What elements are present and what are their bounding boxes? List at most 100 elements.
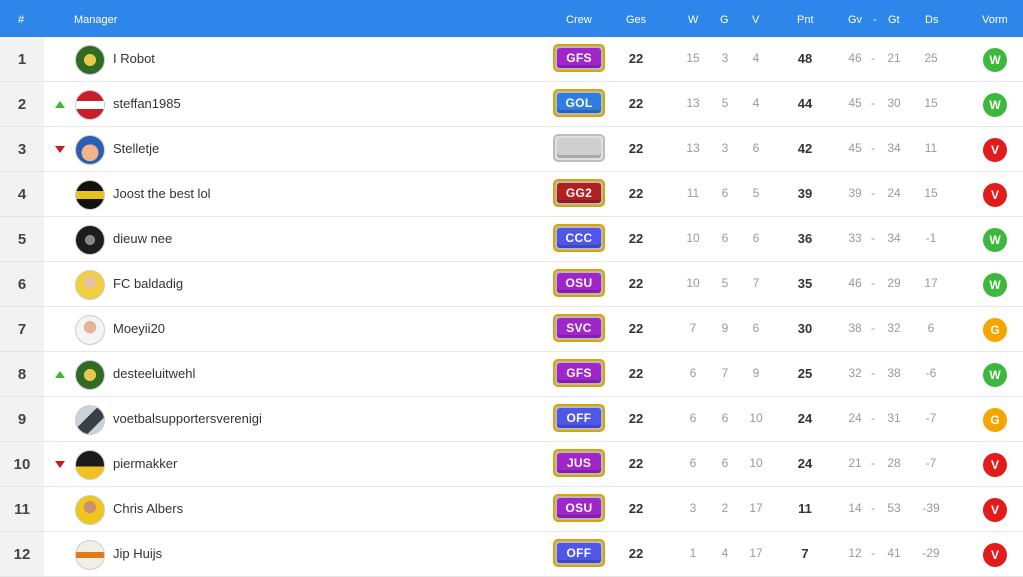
stat-gv: 12 (848, 546, 862, 560)
stat-ds: -7 (925, 411, 937, 425)
crew-badge[interactable]: GOL (553, 89, 605, 119)
manager-name[interactable]: Chris Albers (113, 501, 183, 516)
table-row[interactable]: 9 voetbalsupportersverenigi OFF 22 6 6 10 24 24 3… (0, 397, 1023, 442)
stat-played: 22 (628, 231, 644, 246)
crew-badge[interactable]: SVC (553, 314, 605, 344)
manager-name[interactable]: Stelletje (113, 141, 159, 156)
table-row[interactable]: 11 Chris Albers OSU 22 3 2 17 11 14 53 -39 - V (0, 487, 1023, 532)
stat-pnt: 25 (797, 366, 813, 381)
manager-name[interactable]: piermakker (113, 456, 177, 471)
table-row[interactable]: 10 piermakker JUS 22 6 6 10 24 21 28 -7 - V (0, 442, 1023, 487)
avatar-green-logo[interactable] (75, 360, 105, 390)
header-diff[interactable]: Ds (925, 14, 938, 26)
stat-gt: 29 (887, 276, 901, 290)
avatar-player-white[interactable] (75, 315, 105, 345)
avatar-green-logo[interactable] (75, 45, 105, 75)
stat-w: 1 (689, 546, 697, 560)
manager-name[interactable]: desteeluitwehl (113, 366, 195, 381)
stat-gv: 33 (848, 231, 862, 245)
manager-name[interactable]: I Robot (113, 51, 155, 66)
avatar-yellow-stripe[interactable] (75, 180, 105, 210)
crew-badge[interactable]: JUS (553, 449, 605, 479)
stat-g: 6 (721, 411, 729, 425)
stat-pnt: 35 (797, 276, 813, 291)
avatar-cartoon-face[interactable] (75, 135, 105, 165)
table-row[interactable]: 4 Joost the best lol GG2 22 11 6 5 39 39 24 15 - V (0, 172, 1023, 217)
crew-badge[interactable]: OSU (553, 494, 605, 524)
stat-pnt: 48 (797, 51, 813, 66)
header-points[interactable]: Pnt (797, 14, 814, 26)
stat-w: 3 (689, 501, 697, 515)
manager-name[interactable]: steffan1985 (113, 96, 181, 111)
header-rank[interactable]: # (18, 14, 24, 26)
header-crew[interactable]: Crew (566, 14, 592, 26)
crew-badge[interactable]: GFS (553, 359, 605, 389)
crew-badge[interactable] (553, 134, 605, 164)
header-won[interactable]: W (688, 14, 698, 26)
stat-played: 22 (628, 51, 644, 66)
table-row[interactable]: 8 desteeluitwehl GFS 22 6 7 9 25 32 38 -6 - W (0, 352, 1023, 397)
manager-name[interactable]: Joost the best lol (113, 186, 211, 201)
form-badge: V (983, 453, 1007, 477)
crew-label: JUS (557, 453, 601, 473)
avatar-player-photo[interactable] (75, 270, 105, 300)
form-badge: G (983, 318, 1007, 342)
stat-played: 22 (628, 141, 644, 156)
stat-w: 6 (689, 411, 697, 425)
table-row[interactable]: 12 Jip Huijs OFF 22 1 4 17 7 12 41 -29 - V (0, 532, 1023, 577)
header-form[interactable]: Vorm (982, 14, 1008, 26)
crew-label: GG2 (557, 183, 601, 203)
stat-ds: 17 (924, 276, 938, 290)
table-row[interactable]: 1 I Robot GFS 22 15 3 4 48 46 21 25 - W (0, 37, 1023, 82)
stat-gt: 21 (887, 51, 901, 65)
manager-name[interactable]: Jip Huijs (113, 546, 162, 561)
stat-pnt: 24 (797, 456, 813, 471)
stat-v: 6 (752, 141, 760, 155)
avatar-gsm-badge[interactable] (75, 540, 105, 570)
crew-label: SVC (557, 318, 601, 338)
stat-gv: 45 (848, 141, 862, 155)
table-row[interactable]: 7 Moeyii20 SVC 22 7 9 6 30 38 32 6 - G (0, 307, 1023, 352)
stat-gt: 28 (887, 456, 901, 470)
stat-gv: 46 (848, 51, 862, 65)
stat-played: 22 (628, 546, 644, 561)
crew-badge[interactable]: GFS (553, 44, 605, 74)
table-row[interactable]: 3 Stelletje 22 13 3 6 42 45 34 11 - V (0, 127, 1023, 172)
stat-gt: 31 (887, 411, 901, 425)
crew-badge[interactable]: OFF (553, 404, 605, 434)
crew-badge[interactable]: GG2 (553, 179, 605, 209)
manager-name[interactable]: FC baldadig (113, 276, 183, 291)
avatar-jersey-23[interactable] (75, 450, 105, 480)
header-goals-for[interactable]: Gv (848, 14, 862, 26)
header-manager[interactable]: Manager (74, 14, 117, 26)
crew-label: OSU (557, 273, 601, 293)
manager-name[interactable]: dieuw nee (113, 231, 172, 246)
stat-gv: 21 (848, 456, 862, 470)
table-row[interactable]: 5 dieuw nee CCC 22 10 6 6 36 33 34 -1 - W (0, 217, 1023, 262)
goals-separator: - (871, 321, 875, 335)
crew-badge[interactable]: OFF (553, 539, 605, 569)
standings-table: 1I Robot GFS 22 15 3 4 48 46 21 25- W 2 steffan1985 G… (0, 37, 1023, 577)
crew-label: GFS (557, 363, 601, 383)
rank-cell: 1 (0, 37, 44, 81)
header-drawn[interactable]: G (720, 14, 729, 26)
table-row[interactable]: 6 FC baldadig OSU 22 10 5 7 35 46 29 17 - W (0, 262, 1023, 307)
avatar-shark-fin[interactable] (75, 405, 105, 435)
avatar-ajax-flag[interactable] (75, 90, 105, 120)
stat-gv: 14 (848, 501, 862, 515)
manager-name[interactable]: voetbalsupportersverenigi (113, 411, 262, 426)
stat-w: 15 (686, 51, 700, 65)
crew-badge[interactable]: CCC (553, 224, 605, 254)
avatar-dark-emblem[interactable] (75, 225, 105, 255)
header-goals-against[interactable]: Gt (888, 14, 900, 26)
stat-ds: -39 (922, 501, 940, 515)
crew-badge[interactable]: OSU (553, 269, 605, 299)
manager-name[interactable]: Moeyii20 (113, 321, 165, 336)
stat-gv: 32 (848, 366, 862, 380)
avatar-player-yellow[interactable] (75, 495, 105, 525)
header-lost[interactable]: V (752, 14, 759, 26)
header-played[interactable]: Ges (626, 14, 646, 26)
table-row[interactable]: 2 steffan1985 GOL 22 13 5 4 44 45 30 15- W (0, 82, 1023, 127)
trend-up-icon (55, 101, 65, 108)
rank-cell: 9 (0, 397, 44, 441)
